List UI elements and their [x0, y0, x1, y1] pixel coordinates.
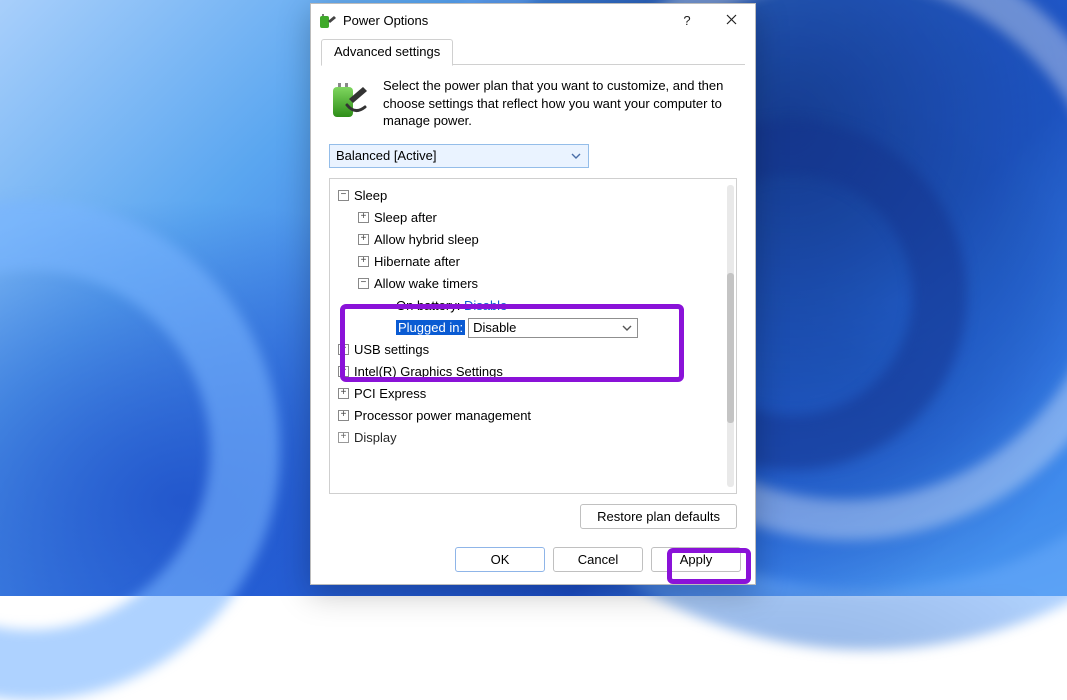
settings-tree[interactable]: −Sleep +Sleep after +Allow hybrid sleep …	[329, 178, 737, 494]
expand-icon[interactable]: +	[338, 366, 349, 377]
close-button[interactable]	[709, 5, 753, 37]
tabstrip: Advanced settings	[321, 37, 745, 65]
help-button[interactable]: ?	[665, 5, 709, 37]
collapse-icon[interactable]: −	[338, 190, 349, 201]
on-battery-value-link[interactable]: Disable	[464, 298, 507, 313]
tree-node-sleep[interactable]: −Sleep	[334, 185, 734, 207]
window-title: Power Options	[343, 13, 428, 28]
battery-plug-icon	[319, 12, 337, 30]
dialog-footer: OK Cancel Apply	[311, 537, 755, 584]
restore-plan-defaults-button[interactable]: Restore plan defaults	[580, 504, 737, 529]
close-icon	[726, 13, 737, 28]
tree-node-pci-express[interactable]: +PCI Express	[334, 383, 734, 405]
apply-button[interactable]: Apply	[651, 547, 741, 572]
tree-node-display[interactable]: +Display	[334, 427, 734, 449]
tree-node-on-battery[interactable]: On battery: Disable	[334, 295, 734, 317]
tree-node-hibernate-after[interactable]: +Hibernate after	[334, 251, 734, 273]
battery-large-icon	[329, 77, 369, 121]
scrollbar-thumb[interactable]	[727, 273, 734, 423]
expand-icon[interactable]: +	[338, 344, 349, 355]
tree-node-plugged-in[interactable]: Plugged in: Disable	[334, 317, 734, 339]
chevron-down-icon	[570, 150, 582, 165]
plugged-in-label-selected: Plugged in:	[396, 320, 465, 335]
tree-node-usb-settings[interactable]: +USB settings	[334, 339, 734, 361]
collapse-icon[interactable]: −	[358, 278, 369, 289]
expand-icon[interactable]: +	[358, 234, 369, 245]
tab-advanced-settings[interactable]: Advanced settings	[321, 39, 453, 66]
chevron-down-icon	[621, 322, 633, 337]
tree-node-sleep-after[interactable]: +Sleep after	[334, 207, 734, 229]
tree-node-intel-graphics[interactable]: +Intel(R) Graphics Settings	[334, 361, 734, 383]
power-options-dialog: Power Options ? Advanced settings Select…	[310, 3, 756, 585]
tree-node-processor-power[interactable]: +Processor power management	[334, 405, 734, 427]
expand-icon[interactable]: +	[338, 388, 349, 399]
description-text: Select the power plan that you want to c…	[383, 77, 737, 130]
tree-node-allow-hybrid-sleep[interactable]: +Allow hybrid sleep	[334, 229, 734, 251]
tree-node-allow-wake-timers[interactable]: −Allow wake timers	[334, 273, 734, 295]
plugged-in-dropdown[interactable]: Disable	[468, 318, 638, 338]
expand-icon[interactable]: +	[338, 432, 349, 443]
power-plan-selected: Balanced [Active]	[336, 148, 436, 163]
expand-icon[interactable]: +	[358, 212, 369, 223]
power-plan-dropdown[interactable]: Balanced [Active]	[329, 144, 589, 168]
titlebar: Power Options ?	[311, 4, 755, 37]
ok-button[interactable]: OK	[455, 547, 545, 572]
expand-icon[interactable]: +	[358, 256, 369, 267]
cancel-button[interactable]: Cancel	[553, 547, 643, 572]
expand-icon[interactable]: +	[338, 410, 349, 421]
